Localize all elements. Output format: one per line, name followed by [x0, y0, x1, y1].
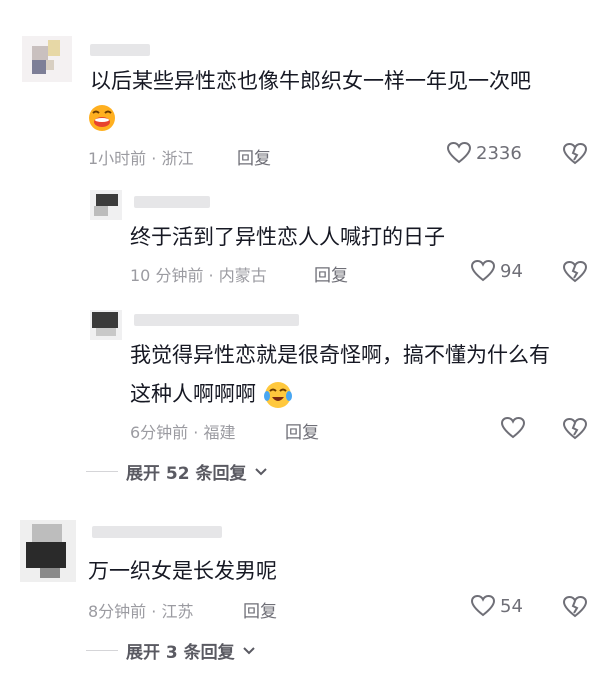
comment-text-line2: 这种人啊啊啊: [130, 379, 293, 410]
username[interactable]: [92, 526, 222, 538]
comment-text-line2-content: 这种人啊啊啊: [130, 382, 256, 406]
username[interactable]: [134, 314, 299, 326]
dislike-button[interactable]: [562, 595, 588, 619]
username[interactable]: [134, 196, 210, 208]
heart-icon: [446, 141, 472, 165]
like-count: 94: [500, 260, 523, 282]
chevron-down-icon: [254, 467, 267, 476]
dislike-button[interactable]: [562, 417, 588, 441]
comment-time: 1小时前 · 浙江: [88, 149, 194, 168]
reply-button[interactable]: 回复: [314, 261, 348, 286]
smiling-emoji-icon: [88, 104, 116, 132]
comment-text: 以后某些异性恋也像牛郎织女一样一年见一次吧: [90, 69, 531, 93]
avatar[interactable]: [20, 520, 76, 582]
comment-time: 8分钟前 · 江苏: [88, 602, 194, 621]
like-count: 54: [500, 595, 523, 617]
comment-time: 10 分钟前 · 内蒙古: [130, 266, 267, 285]
avatar[interactable]: [90, 190, 122, 220]
comment-text: 终于活到了异性恋人人喊打的日子: [130, 225, 445, 249]
comment-text: 万一织女是长发男呢: [88, 559, 277, 583]
comment-time: 6分钟前 · 福建: [130, 423, 236, 442]
divider-line: [86, 650, 118, 651]
expand-replies-button[interactable]: 展开 3 条回复: [86, 638, 255, 663]
broken-heart-icon: [562, 595, 588, 619]
avatar[interactable]: [90, 310, 122, 340]
expand-replies-button[interactable]: 展开 52 条回复: [86, 459, 267, 484]
like-button[interactable]: 2336: [446, 141, 522, 165]
broken-heart-icon: [562, 142, 588, 166]
like-button[interactable]: 54: [470, 594, 523, 618]
avatar[interactable]: [22, 36, 72, 82]
heart-icon: [470, 259, 496, 283]
reply-button[interactable]: 回复: [285, 418, 319, 443]
reply-button[interactable]: 回复: [237, 144, 271, 169]
chevron-down-icon: [242, 646, 255, 655]
heart-icon: [470, 594, 496, 618]
crying-laughing-emoji-icon: [263, 380, 293, 410]
username[interactable]: [90, 44, 150, 56]
like-count: 2336: [476, 142, 522, 164]
dislike-button[interactable]: [562, 260, 588, 284]
like-button[interactable]: [500, 416, 530, 440]
like-button[interactable]: 94: [470, 259, 523, 283]
dislike-button[interactable]: [562, 142, 588, 166]
broken-heart-icon: [562, 417, 588, 441]
expand-replies-label: 展开 52 条回复: [126, 464, 247, 484]
comment-text: 我觉得异性恋就是很奇怪啊，搞不懂为什么有: [130, 343, 550, 367]
reply-button[interactable]: 回复: [243, 597, 277, 622]
divider-line: [86, 471, 118, 472]
broken-heart-icon: [562, 260, 588, 284]
expand-replies-label: 展开 3 条回复: [126, 643, 235, 663]
heart-icon: [500, 416, 526, 440]
